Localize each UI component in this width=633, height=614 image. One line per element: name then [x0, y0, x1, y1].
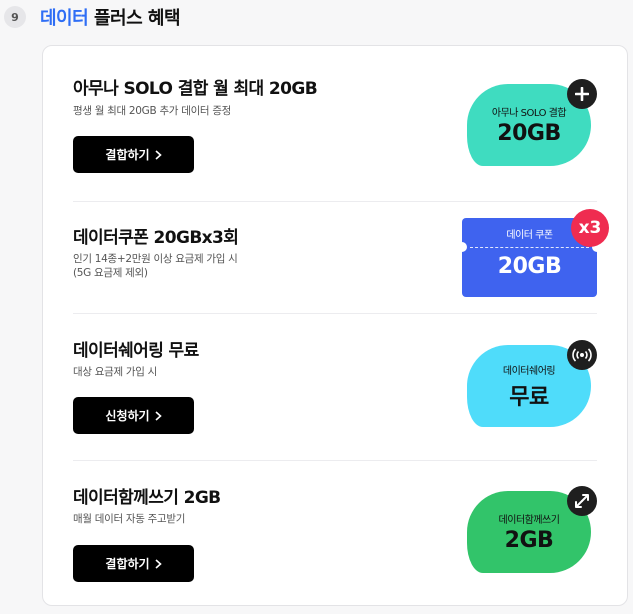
multiplier-badge: x3	[571, 209, 609, 247]
exchange-arrows-icon	[567, 486, 597, 516]
badge-caption: 데이터함께쓰기	[498, 515, 560, 526]
chevron-right-icon	[155, 149, 162, 160]
benefits-card: 아무나 SOLO 결합 월 최대 20GB 평생 월 최대 20GB 추가 데이…	[42, 45, 628, 606]
section-title-rest: 플러스 혜택	[88, 8, 181, 29]
section-title-accent: 데이터	[40, 8, 89, 29]
chevron-right-icon	[155, 558, 162, 569]
benefit-data-sharing: 데이터쉐어링 무료 대상 요금제 가입 시 신청하기 데이터쉐어링 무료	[73, 313, 597, 460]
benefit-data-together: 데이터함께쓰기 2GB 매월 데이터 자동 주고받기 결합하기 데이터함께쓰기 …	[73, 460, 597, 607]
benefit-title: 데이터함께쓰기 2GB	[73, 488, 221, 508]
coupon-divider	[470, 247, 589, 248]
combine-button[interactable]: 결합하기	[73, 136, 194, 173]
badge-value: 20GB	[497, 254, 562, 279]
badge-value: 2GB	[504, 528, 554, 553]
benefit-description: 매월 데이터 자동 주고받기	[73, 513, 186, 525]
benefit-description: 대상 요금제 가입 시	[73, 366, 157, 378]
apply-button[interactable]: 신청하기	[73, 397, 194, 434]
chevron-right-icon	[155, 410, 162, 421]
combine-button-label: 결합하기	[105, 148, 150, 162]
benefit-description: 인기 14종+2만원 이상 요금제 가입 시 (5G 요금제 제외)	[73, 253, 238, 279]
plus-icon	[567, 79, 597, 109]
step-number-badge: 9	[4, 6, 26, 28]
broadcast-icon	[567, 340, 597, 370]
benefit-title: 데이터쿠폰 20GBx3회	[73, 228, 239, 248]
apply-button-label: 신청하기	[105, 409, 150, 423]
coupon-notch	[457, 242, 467, 252]
benefit-title: 아무나 SOLO 결합 월 최대 20GB	[73, 79, 318, 99]
benefit-data-coupon: 데이터쿠폰 20GBx3회 인기 14종+2만원 이상 요금제 가입 시 (5G…	[73, 201, 609, 313]
benefit-title: 데이터쉐어링 무료	[73, 341, 199, 361]
benefit-description: 평생 월 최대 20GB 추가 데이터 증정	[73, 105, 232, 117]
badge-caption: 아무나 SOLO 결합	[491, 108, 567, 119]
badge-value: 무료	[509, 384, 549, 410]
benefit-solo-combo: 아무나 SOLO 결합 월 최대 20GB 평생 월 최대 20GB 추가 데이…	[73, 46, 597, 201]
combine-button-label: 결합하기	[105, 557, 150, 571]
badge-caption: 데이터쉐어링	[502, 365, 556, 377]
section-title: 데이터 플러스 혜택	[40, 4, 181, 30]
section-header: 9 데이터 플러스 혜택	[4, 4, 181, 30]
badge-value: 20GB	[497, 121, 561, 146]
combine-button[interactable]: 결합하기	[73, 545, 194, 582]
